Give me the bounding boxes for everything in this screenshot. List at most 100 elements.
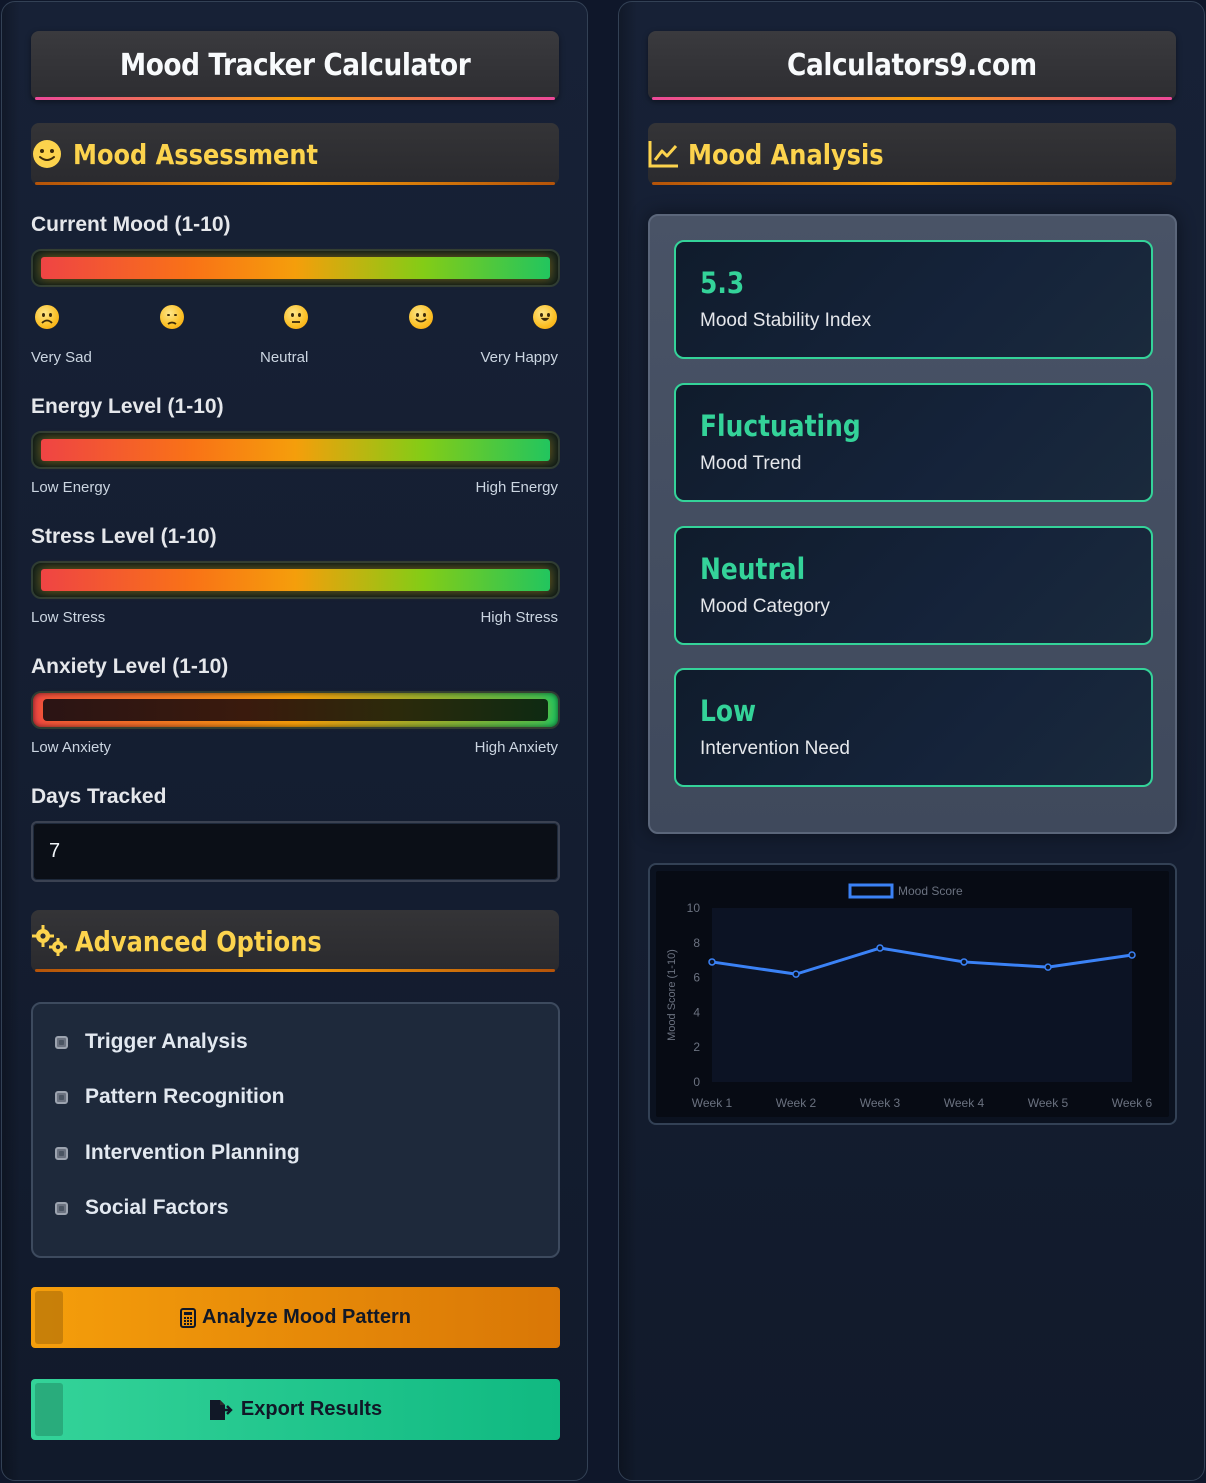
y-axis-label: Mood Score (1-10) xyxy=(666,949,678,1041)
y-tick-label: 6 xyxy=(693,971,700,985)
checkbox-icon[interactable] xyxy=(55,1146,68,1160)
energy-level-slider[interactable] xyxy=(31,431,560,469)
mood-score-point xyxy=(708,958,716,966)
energy-level-track xyxy=(41,439,550,461)
option-label: Pattern Recognition xyxy=(85,1085,285,1108)
y-tick-label: 10 xyxy=(687,901,701,915)
option-trigger-analysis[interactable]: Trigger Analysis xyxy=(55,1030,248,1054)
x-tick-label: Week 2 xyxy=(776,1096,817,1110)
line-chart-icon xyxy=(648,139,680,169)
analyze-button-label: Analyze Mood Pattern xyxy=(202,1306,411,1328)
site-title-bar: Calculators9.com xyxy=(648,31,1176,100)
very-happy-emoji-icon[interactable] xyxy=(533,305,557,329)
sad-emoji-icon[interactable] xyxy=(160,305,184,329)
mood-mid-label: Neutral xyxy=(260,349,309,366)
days-tracked-label: Days Tracked xyxy=(31,785,167,808)
anxiety-max-label: High Anxiety xyxy=(474,739,558,756)
mood-analysis-panel: Calculators9.com Mood Analysis 5.3 Mood … xyxy=(618,1,1205,1481)
result-label: Intervention Need xyxy=(700,738,850,759)
result-label: Mood Stability Index xyxy=(700,310,872,331)
mood-min-label: Very Sad xyxy=(31,349,92,366)
option-social-factors[interactable]: Social Factors xyxy=(55,1196,229,1220)
result-label: Mood Trend xyxy=(700,453,802,474)
option-pattern-recognition[interactable]: Pattern Recognition xyxy=(55,1085,285,1109)
y-tick-label: 2 xyxy=(693,1040,700,1054)
checkbox-icon[interactable] xyxy=(55,1035,68,1049)
energy-level-label: Energy Level (1-10) xyxy=(31,395,224,418)
x-tick-label: Week 4 xyxy=(944,1096,985,1110)
days-tracked-value: 7 xyxy=(49,840,61,862)
mood-score-point xyxy=(1044,963,1052,971)
mood-analysis-header: Mood Analysis xyxy=(648,123,1176,185)
stress-min-label: Low Stress xyxy=(31,609,106,626)
result-value: 5.3 xyxy=(700,266,745,300)
days-tracked-input[interactable]: 7 xyxy=(31,821,560,882)
mood-assessment-title: Mood Assessment xyxy=(73,137,319,171)
legend-swatch xyxy=(848,883,894,899)
option-label: Social Factors xyxy=(85,1196,229,1219)
mood-score-point xyxy=(792,970,800,978)
stress-level-track xyxy=(41,569,550,591)
export-results-button[interactable]: Export Results xyxy=(31,1379,560,1440)
option-intervention-planning[interactable]: Intervention Planning xyxy=(55,1141,300,1165)
mood-score-point xyxy=(876,944,884,952)
energy-max-label: High Energy xyxy=(475,479,558,496)
result-label: Mood Category xyxy=(700,596,830,617)
mood-chart-container: 0 2 4 6 8 10 Week 1 Week 2 Week 3 Week 4 Week 5 Wee… xyxy=(648,863,1177,1125)
advanced-options-list: Trigger Analysis Pattern Recognition Int… xyxy=(31,1002,560,1258)
gears-icon xyxy=(31,924,69,958)
neutral-emoji-icon[interactable] xyxy=(284,305,308,329)
checkbox-icon[interactable] xyxy=(55,1201,68,1215)
anxiety-min-label: Low Anxiety xyxy=(31,739,112,756)
calculator-title-bar: Mood Tracker Calculator xyxy=(31,31,559,100)
mood-score-chart: 0 2 4 6 8 10 Week 1 Week 2 Week 3 Week 4 Week 5 Wee… xyxy=(666,883,1153,1110)
y-tick-label: 4 xyxy=(693,1005,700,1019)
mood-analysis-title: Mood Analysis xyxy=(688,137,884,171)
result-card-trend: Fluctuating Mood Trend xyxy=(674,383,1153,502)
result-card-intervention: Low Intervention Need xyxy=(674,668,1153,787)
mood-score-point xyxy=(1128,951,1136,959)
export-button-label: Export Results xyxy=(240,1398,383,1420)
result-card-category: Neutral Mood Category xyxy=(674,526,1153,645)
x-tick-label: Week 1 xyxy=(692,1096,733,1110)
checkbox-icon[interactable] xyxy=(55,1090,68,1104)
current-mood-label: Current Mood (1-10) xyxy=(31,213,231,236)
anxiety-level-label: Anxiety Level (1-10) xyxy=(31,655,229,678)
result-value: Low xyxy=(700,694,757,728)
result-card-stability: 5.3 Mood Stability Index xyxy=(674,240,1153,359)
stress-level-label: Stress Level (1-10) xyxy=(31,525,217,548)
anxiety-level-track xyxy=(43,699,548,721)
stress-level-slider[interactable] xyxy=(31,561,560,599)
results-container: 5.3 Mood Stability Index Fluctuating Moo… xyxy=(648,214,1177,834)
chart-plot-area xyxy=(712,908,1132,1082)
x-tick-label: Week 6 xyxy=(1112,1096,1153,1110)
advanced-options-title: Advanced Options xyxy=(75,924,322,958)
site-title: Calculators9.com xyxy=(787,48,1037,83)
mood-tracker-panel: Mood Tracker Calculator Mood Assessment … xyxy=(1,1,588,1481)
anxiety-level-slider[interactable] xyxy=(31,691,560,729)
happy-emoji-icon[interactable] xyxy=(409,305,433,329)
mood-assessment-header: Mood Assessment xyxy=(31,123,559,185)
x-tick-label: Week 3 xyxy=(860,1096,901,1110)
mood-score-point xyxy=(960,958,968,966)
legend-label: Mood Score xyxy=(898,884,963,898)
analyze-mood-button[interactable]: Analyze Mood Pattern xyxy=(31,1287,560,1348)
smile-icon xyxy=(31,138,63,170)
energy-min-label: Low Energy xyxy=(31,479,111,496)
result-value: Neutral xyxy=(700,552,806,586)
file-export-icon xyxy=(209,1399,235,1421)
option-label: Intervention Planning xyxy=(85,1141,300,1164)
result-value: Fluctuating xyxy=(700,409,861,443)
y-tick-label: 0 xyxy=(693,1075,700,1089)
stress-max-label: High Stress xyxy=(480,609,558,626)
option-label: Trigger Analysis xyxy=(85,1030,248,1053)
advanced-options-header: Advanced Options xyxy=(31,910,559,972)
very-sad-emoji-icon[interactable] xyxy=(35,305,59,329)
current-mood-slider[interactable] xyxy=(31,249,560,287)
calculator-title: Mood Tracker Calculator xyxy=(119,48,471,83)
mood-max-label: Very Happy xyxy=(480,349,558,366)
y-tick-label: 8 xyxy=(693,936,700,950)
x-tick-label: Week 5 xyxy=(1028,1096,1069,1110)
current-mood-track xyxy=(41,257,550,279)
calculator-icon xyxy=(180,1307,197,1328)
